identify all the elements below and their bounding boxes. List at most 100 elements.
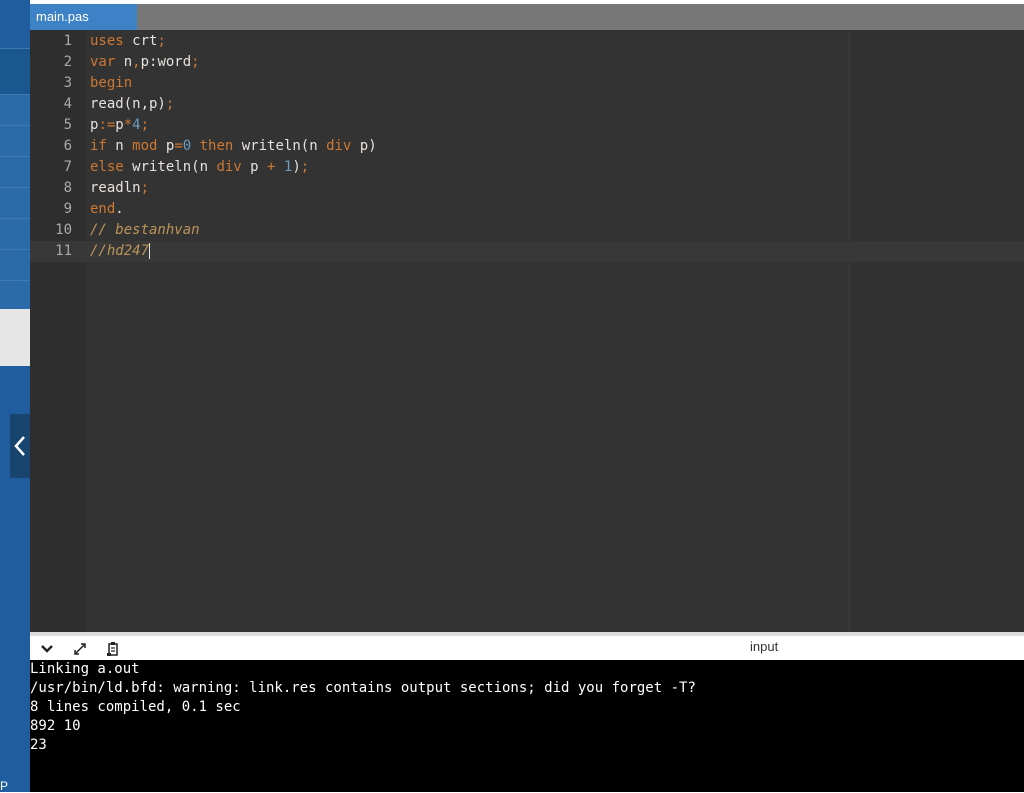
code-text: //hd247	[90, 241, 151, 262]
code-text: // bestanhvan	[90, 220, 200, 241]
code-token: if	[90, 138, 107, 154]
code-token: mod	[132, 138, 158, 154]
code-token: end	[90, 201, 116, 217]
sidebar-partial-label: P	[0, 779, 9, 793]
code-token: begin	[90, 75, 133, 91]
code-text: else writeln(n div p + 1);	[90, 157, 309, 178]
code-text: if n mod p=0 then writeln(n div p)	[90, 136, 377, 157]
sidebar-item-2[interactable]	[0, 48, 30, 94]
code-lines: 1 uses crt; 2 var n,p:word; 3 begin 4 read(n,p)…	[30, 31, 1024, 262]
sidebar-item-5[interactable]	[0, 156, 30, 187]
code-token: 0	[182, 138, 192, 154]
code-token: ;	[165, 96, 175, 112]
code-line[interactable]: 7 else writeln(n div p + 1);	[30, 157, 1024, 178]
code-token: p	[115, 117, 124, 133]
code-token: writeln(n	[123, 159, 217, 175]
console-line: /usr/bin/ld.bfd: warning: link.res conta…	[30, 680, 696, 696]
code-line[interactable]: 8 readln;	[30, 178, 1024, 199]
line-number: 5	[63, 117, 72, 133]
code-line[interactable]: 3 begin	[30, 73, 1024, 94]
sidebar-item-3[interactable]	[0, 94, 30, 125]
sidebar-item-1[interactable]	[0, 0, 30, 48]
chevron-down-icon[interactable]	[38, 640, 56, 658]
code-text: end.	[90, 199, 124, 220]
code-token: var	[90, 54, 116, 70]
code-token: ;	[300, 159, 310, 175]
sidebar-item-10[interactable]	[0, 309, 30, 366]
code-token: readln	[90, 180, 141, 196]
code-token: // bestanhvan	[90, 222, 200, 238]
code-token: crt	[123, 33, 158, 49]
code-text: begin	[90, 73, 132, 94]
left-sidebar: P	[0, 0, 30, 792]
expand-icon[interactable]	[71, 640, 89, 658]
console-output[interactable]: Linking a.out/usr/bin/ld.bfd: warning: l…	[30, 660, 1024, 792]
code-token: p)	[351, 138, 377, 154]
code-token: writeln(n	[233, 138, 327, 154]
line-number: 4	[63, 96, 72, 112]
code-line[interactable]: 11 //hd247	[30, 241, 1024, 262]
line-number: 8	[63, 180, 72, 196]
code-line[interactable]: 9 end.	[30, 199, 1024, 220]
line-number: 10	[55, 222, 72, 238]
line-number: 2	[63, 54, 72, 70]
console-line: Linking a.out	[30, 661, 140, 677]
line-number: 9	[63, 201, 72, 217]
chevron-left-icon	[14, 436, 25, 456]
code-token: n	[115, 54, 133, 70]
code-token: p	[241, 159, 268, 175]
input-tab-label[interactable]: input	[750, 639, 784, 654]
code-token: //hd247	[90, 243, 150, 259]
code-token: .	[115, 201, 124, 217]
code-token: *	[123, 117, 133, 133]
collapse-sidebar-button[interactable]	[10, 414, 30, 478]
code-line[interactable]: 1 uses crt;	[30, 31, 1024, 52]
sidebar-item-6[interactable]	[0, 187, 30, 218]
code-token: n	[106, 138, 133, 154]
sidebar-item-9[interactable]	[0, 280, 30, 309]
sidebar-item-8[interactable]	[0, 249, 30, 280]
code-token: uses	[90, 33, 124, 49]
code-text: readln;	[90, 178, 149, 199]
console-toolbar: input	[30, 632, 1024, 660]
code-token: =	[174, 138, 183, 154]
text-cursor	[149, 243, 151, 259]
console-line: 23	[30, 737, 47, 753]
code-token: read(n,p)	[90, 96, 166, 112]
console-line: 892 10	[30, 718, 81, 734]
console-line: 8 lines compiled, 0.1 sec	[30, 699, 241, 715]
sidebar-item-7[interactable]	[0, 218, 30, 249]
code-token: )	[292, 159, 301, 175]
code-token: div	[216, 159, 242, 175]
tab-bar: main.pas	[30, 4, 1024, 30]
code-token: :=	[98, 117, 116, 133]
line-number: 1	[63, 33, 72, 49]
sidebar-item-4[interactable]	[0, 125, 30, 156]
line-number: 11	[55, 243, 72, 259]
code-line[interactable]: 5 p:=p*4;	[30, 115, 1024, 136]
code-token: ;	[157, 33, 166, 49]
clear-console-icon[interactable]	[104, 640, 122, 658]
code-line[interactable]: 6 if n mod p=0 then writeln(n div p)	[30, 136, 1024, 157]
code-token: p	[157, 138, 175, 154]
code-line[interactable]: 2 var n,p:word;	[30, 52, 1024, 73]
line-number: 6	[63, 138, 72, 154]
tab-main-pas[interactable]: main.pas	[30, 4, 137, 30]
code-editor[interactable]: 1 uses crt; 2 var n,p:word; 3 begin 4 read(n,p)…	[30, 30, 1024, 632]
code-token: 4	[132, 117, 141, 133]
code-text: var n,p:word;	[90, 52, 200, 73]
code-text: p:=p*4;	[90, 115, 149, 136]
code-text: read(n,p);	[90, 94, 174, 115]
line-number: 3	[63, 75, 72, 91]
code-token: ,	[132, 54, 141, 70]
code-token: then	[199, 138, 234, 154]
code-text: uses crt;	[90, 31, 166, 52]
code-token: p:word	[140, 54, 192, 70]
code-token: ;	[191, 54, 200, 70]
code-line[interactable]: 10 // bestanhvan	[30, 220, 1024, 241]
code-line[interactable]: 4 read(n,p);	[30, 94, 1024, 115]
code-token: else	[90, 159, 124, 175]
code-token: ;	[140, 180, 150, 196]
line-number: 7	[63, 159, 72, 175]
